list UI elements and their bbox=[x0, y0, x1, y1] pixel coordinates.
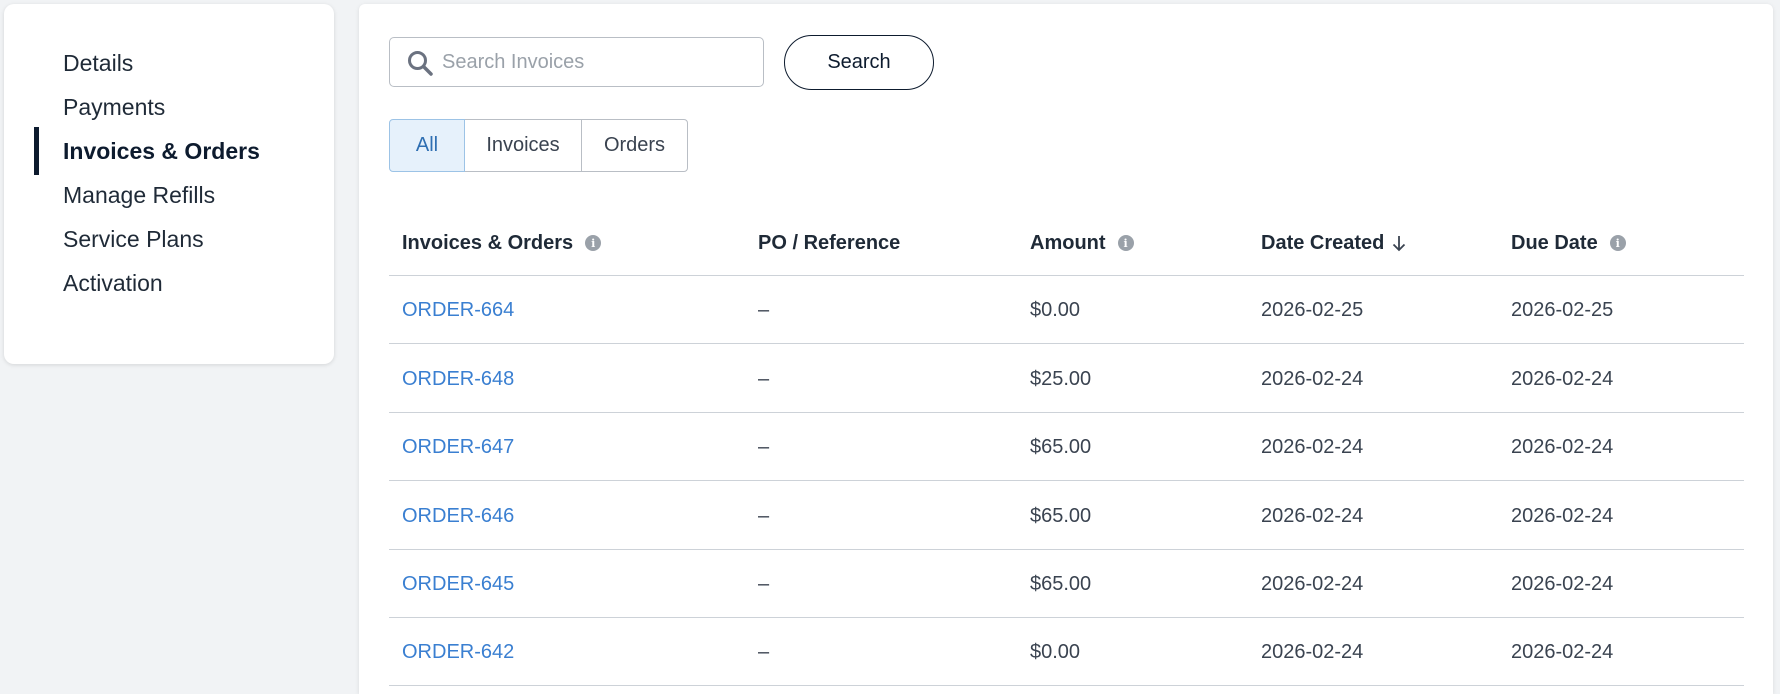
search-field[interactable] bbox=[389, 37, 764, 87]
po-reference-cell: – bbox=[758, 367, 770, 390]
amount-cell: $65.00 bbox=[1030, 572, 1092, 595]
date-created-cell: 2026-02-24 bbox=[1261, 572, 1364, 595]
table-row: ORDER-647 – $65.00 2026-02-24 2026-02-24 bbox=[389, 413, 1744, 481]
due-date-cell: 2026-02-24 bbox=[1511, 504, 1614, 527]
due-date-cell: 2026-02-24 bbox=[1511, 435, 1614, 458]
date-created-cell: 2026-02-24 bbox=[1261, 504, 1364, 527]
column-header-invoices-orders[interactable]: Invoices & Orders i bbox=[402, 210, 602, 276]
sidebar-item-details[interactable]: Details bbox=[34, 38, 314, 88]
table-header: Invoices & Orders i PO / Reference Amoun… bbox=[389, 210, 1744, 276]
column-header-label: Date Created bbox=[1261, 231, 1385, 254]
po-reference-cell: – bbox=[758, 435, 770, 458]
info-icon[interactable]: i bbox=[585, 235, 602, 251]
column-header-due-date[interactable]: Due Date i bbox=[1511, 210, 1626, 276]
table-row: ORDER-642 – $0.00 2026-02-24 2026-02-24 bbox=[389, 618, 1744, 686]
sidebar-item-service-plans[interactable]: Service Plans bbox=[34, 214, 314, 264]
column-header-label: Amount bbox=[1030, 231, 1106, 254]
order-link[interactable]: ORDER-642 bbox=[402, 618, 514, 686]
amount-cell: $65.00 bbox=[1030, 504, 1092, 527]
search-button[interactable]: Search bbox=[784, 35, 934, 90]
order-link[interactable]: ORDER-645 bbox=[402, 550, 514, 618]
due-date-cell: 2026-02-24 bbox=[1511, 640, 1614, 663]
tab-orders[interactable]: Orders bbox=[581, 119, 688, 172]
sidebar-item-activation[interactable]: Activation bbox=[34, 258, 314, 308]
po-reference-cell: – bbox=[758, 640, 770, 663]
column-header-date-created[interactable]: Date Created bbox=[1261, 210, 1406, 276]
column-header-po-reference[interactable]: PO / Reference bbox=[758, 210, 900, 276]
date-created-cell: 2026-02-24 bbox=[1261, 640, 1364, 663]
column-header-amount[interactable]: Amount i bbox=[1030, 210, 1134, 276]
amount-cell: $65.00 bbox=[1030, 435, 1092, 458]
info-icon[interactable]: i bbox=[1117, 235, 1134, 251]
filter-tabs: All Invoices Orders bbox=[389, 119, 688, 172]
date-created-cell: 2026-02-24 bbox=[1261, 367, 1364, 390]
column-header-label: Due Date bbox=[1511, 231, 1598, 254]
due-date-cell: 2026-02-24 bbox=[1511, 367, 1614, 390]
amount-cell: $25.00 bbox=[1030, 367, 1092, 390]
table-row: ORDER-645 – $65.00 2026-02-24 2026-02-24 bbox=[389, 550, 1744, 618]
table-row: ORDER-664 – $0.00 2026-02-25 2026-02-25 bbox=[389, 276, 1744, 344]
main-panel: Search All Invoices Orders Invoices & Or… bbox=[359, 4, 1773, 694]
table-row: ORDER-648 – $25.00 2026-02-24 2026-02-24 bbox=[389, 345, 1744, 413]
sidebar-nav: Details Payments Invoices & Orders Manag… bbox=[4, 4, 334, 364]
po-reference-cell: – bbox=[758, 298, 770, 321]
amount-cell: $0.00 bbox=[1030, 298, 1081, 321]
table-row: ORDER-646 – $65.00 2026-02-24 2026-02-24 bbox=[389, 482, 1744, 550]
search-icon bbox=[408, 51, 433, 76]
amount-cell: $0.00 bbox=[1030, 640, 1081, 663]
order-link[interactable]: ORDER-648 bbox=[402, 345, 514, 413]
search-input[interactable] bbox=[442, 46, 752, 78]
tab-all[interactable]: All bbox=[389, 119, 465, 172]
sidebar-item-manage-refills[interactable]: Manage Refills bbox=[34, 170, 314, 220]
due-date-cell: 2026-02-25 bbox=[1511, 298, 1614, 321]
column-header-label: PO / Reference bbox=[758, 231, 901, 254]
order-link[interactable]: ORDER-664 bbox=[402, 276, 514, 344]
date-created-cell: 2026-02-24 bbox=[1261, 435, 1364, 458]
po-reference-cell: – bbox=[758, 504, 770, 527]
sort-descending-icon[interactable] bbox=[1392, 234, 1406, 252]
po-reference-cell: – bbox=[758, 572, 770, 595]
sidebar-item-invoices-orders[interactable]: Invoices & Orders bbox=[34, 126, 314, 176]
info-icon[interactable]: i bbox=[1609, 235, 1626, 251]
sidebar-item-payments[interactable]: Payments bbox=[34, 82, 314, 132]
column-header-label: Invoices & Orders bbox=[402, 231, 574, 254]
date-created-cell: 2026-02-25 bbox=[1261, 298, 1364, 321]
due-date-cell: 2026-02-24 bbox=[1511, 572, 1614, 595]
order-link[interactable]: ORDER-647 bbox=[402, 413, 514, 481]
tab-invoices[interactable]: Invoices bbox=[464, 119, 582, 172]
order-link[interactable]: ORDER-646 bbox=[402, 482, 514, 550]
